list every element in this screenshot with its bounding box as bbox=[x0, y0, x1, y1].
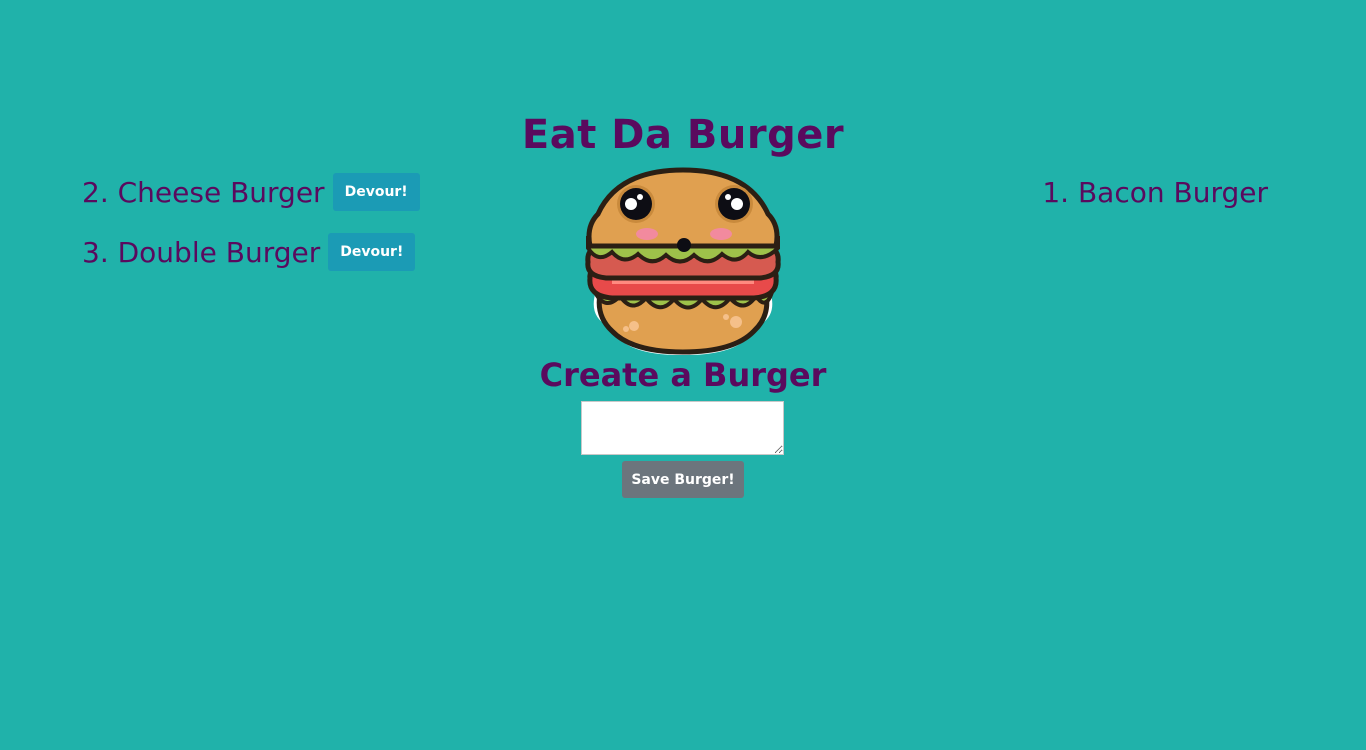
list-item: 3. Double Burger Devour! bbox=[82, 232, 420, 272]
devour-button[interactable]: Devour! bbox=[328, 233, 416, 271]
page-title: Eat Da Burger bbox=[521, 112, 845, 158]
list-item: 1. Bacon Burger bbox=[1042, 172, 1268, 212]
devour-button[interactable]: Devour! bbox=[332, 173, 420, 211]
create-burger-heading: Create a Burger bbox=[539, 356, 827, 394]
burger-name: 2. Cheese Burger bbox=[82, 175, 325, 209]
uneaten-burger-list: 2. Cheese Burger Devour! 3. Double Burge… bbox=[82, 172, 420, 292]
save-burger-button[interactable]: Save Burger! bbox=[622, 461, 744, 498]
list-item: 2. Cheese Burger Devour! bbox=[82, 172, 420, 212]
burger-name: 3. Double Burger bbox=[82, 235, 321, 269]
devoured-burger-list: 1. Bacon Burger bbox=[1042, 172, 1268, 232]
burger-name: 1. Bacon Burger bbox=[1042, 175, 1268, 209]
burger-name-input[interactable] bbox=[581, 401, 784, 455]
burger-mascot-icon bbox=[582, 166, 784, 356]
